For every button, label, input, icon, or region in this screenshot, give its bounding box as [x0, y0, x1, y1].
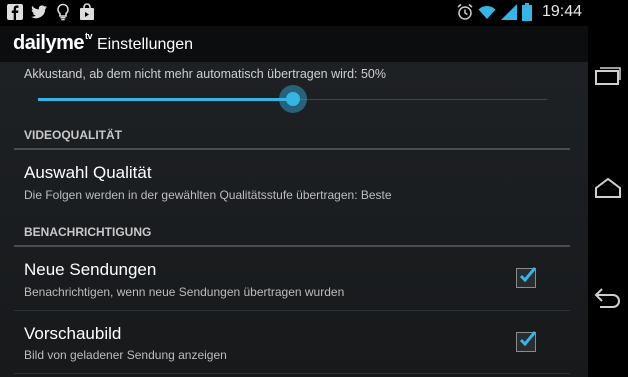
recent-apps-icon[interactable]	[593, 64, 623, 88]
slider-fill	[38, 98, 293, 101]
battery-icon	[521, 3, 532, 21]
pref-summary: Die Folgen werden in der gewählten Quali…	[24, 188, 392, 202]
section-header-benachrichtigung: BENACHRICHTIGUNG	[24, 225, 152, 239]
section-header-videoqualitaet: VIDEOQUALITÄT	[24, 128, 122, 142]
neue-sendungen-checkbox[interactable]	[516, 267, 537, 288]
navigation-bar	[588, 0, 628, 377]
logo-superscript: tv	[84, 31, 93, 42]
pref-title: Auswahl Qualität	[24, 163, 152, 182]
facebook-icon	[7, 4, 23, 20]
lightbulb-icon	[57, 3, 69, 21]
notification-icons	[6, 3, 96, 21]
app-logo[interactable]: dailymetv	[13, 31, 93, 55]
status-bar: 19:44	[0, 0, 588, 26]
vorschaubild-checkbox[interactable]	[516, 331, 537, 352]
wifi-icon	[478, 5, 496, 19]
system-status-icons: 19:44	[456, 3, 582, 21]
action-bar: dailymetv Einstellungen	[0, 26, 588, 62]
battery-slider[interactable]	[38, 85, 547, 113]
pref-title: Neue Sendungen	[24, 260, 157, 279]
pref-title: Vorschaubild	[24, 324, 122, 343]
slider-thumb[interactable]	[278, 85, 307, 113]
logo-text: dailyme	[13, 32, 84, 54]
page-title: Einstellungen	[97, 36, 194, 53]
section-divider	[14, 245, 570, 247]
home-icon[interactable]	[593, 176, 623, 200]
twitter-icon	[31, 5, 47, 19]
screen: 19:44 dailymetv Einstellungen Akkustand,…	[0, 0, 588, 377]
back-icon[interactable]	[593, 285, 623, 309]
pref-summary: Benachrichtigen, wenn neue Sendungen übe…	[24, 285, 345, 299]
checkmark-icon	[519, 267, 537, 283]
checkmark-icon	[519, 331, 537, 347]
list-divider	[14, 310, 570, 311]
alarm-icon	[457, 3, 473, 20]
list-divider	[14, 373, 570, 374]
settings-list: Akkustand, ab dem nicht mehr automatisch…	[0, 62, 588, 377]
pref-summary: Bild von geladener Sendung anzeigen	[24, 348, 227, 362]
section-divider	[14, 148, 570, 150]
signal-icon	[500, 4, 517, 20]
clock: 19:44	[541, 3, 582, 20]
shopping-bag-icon	[80, 3, 94, 20]
battery-slider-label: Akkustand, ab dem nicht mehr automatisch…	[24, 67, 386, 81]
